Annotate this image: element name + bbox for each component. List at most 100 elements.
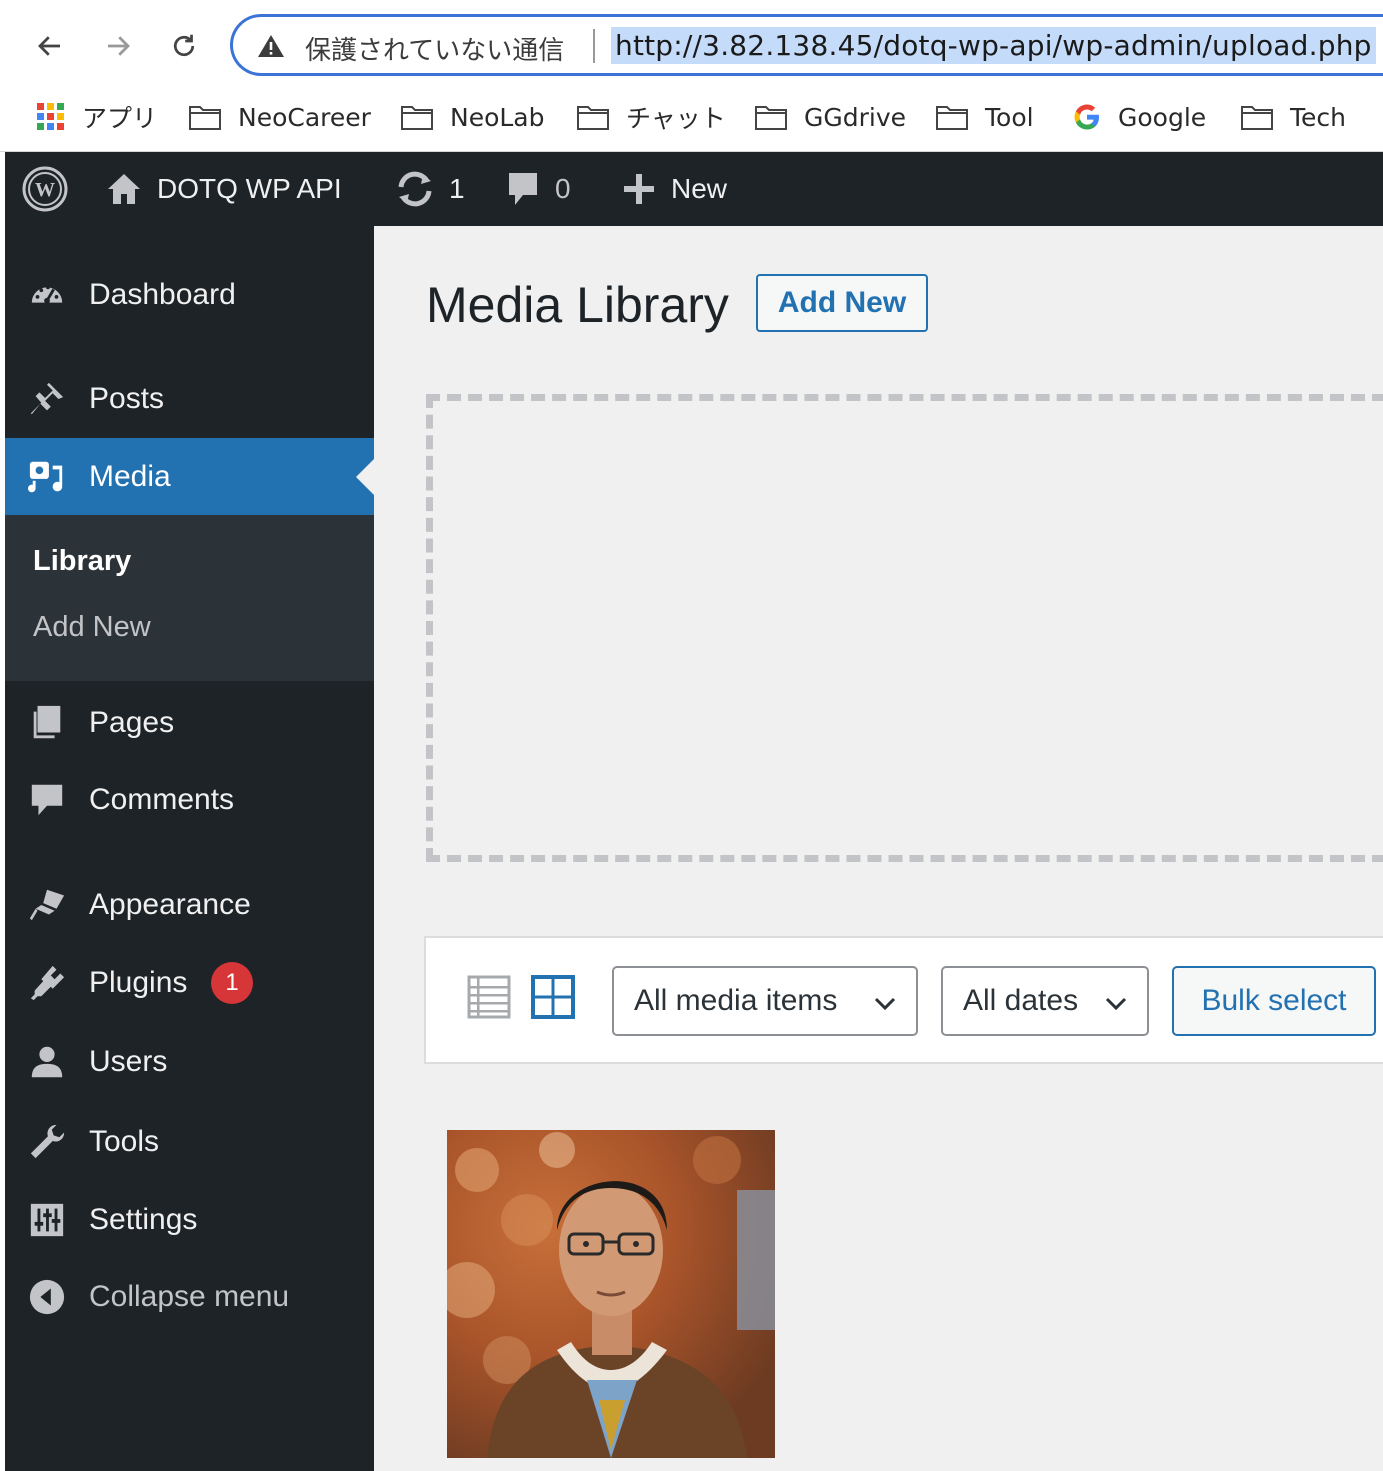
sidebar-item-label: Media xyxy=(89,460,171,493)
wordpress-logo-icon: W xyxy=(22,166,68,212)
main-content: Media Library Add New All media items Al… xyxy=(374,226,1383,1471)
sidebar-item-pages[interactable]: Pages xyxy=(5,684,374,762)
grid-view-icon[interactable] xyxy=(530,974,576,1020)
security-label[interactable]: 保護されていない通信 xyxy=(305,30,564,67)
folder-icon xyxy=(936,106,968,130)
arrow-right-icon xyxy=(108,36,130,56)
bookmark-label: アプリ xyxy=(82,104,158,133)
upload-dropzone[interactable] xyxy=(426,394,1383,862)
bookmark-label: GGdrive xyxy=(804,102,907,132)
new-label: New xyxy=(671,173,728,204)
active-menu-arrow xyxy=(356,459,374,495)
apps-grid-icon xyxy=(37,103,64,130)
bookmark-tool[interactable]: Tool xyxy=(935,100,1034,134)
pin-icon xyxy=(27,379,67,419)
url-text[interactable]: http://3.82.138.45/dotq-wp-api/wp-admin/… xyxy=(611,27,1376,64)
sidebar-item-label: Tools xyxy=(89,1125,160,1158)
settings-icon xyxy=(27,1200,67,1240)
site-name: DOTQ WP API xyxy=(157,173,342,204)
comment-icon xyxy=(27,780,67,820)
wordpress-logo-button[interactable]: W xyxy=(21,152,83,226)
new-content-link[interactable]: New xyxy=(621,152,727,226)
folder-icon xyxy=(755,106,787,130)
media-type-filter-value: All media items xyxy=(634,984,838,1017)
sidebar-item-label: Comments xyxy=(89,783,235,816)
updates-icon xyxy=(398,171,432,207)
bookmark-apps[interactable]: アプリ xyxy=(36,100,157,134)
updates-link[interactable]: 1 xyxy=(395,152,465,226)
sidebar-item-label: Users xyxy=(89,1045,168,1078)
folder-icon xyxy=(189,106,221,130)
media-toolbar: All media items All dates Bulk select xyxy=(424,936,1383,1064)
list-view-icon[interactable] xyxy=(466,974,512,1020)
date-filter[interactable]: All dates xyxy=(941,966,1149,1036)
sidebar-item-label: Dashboard xyxy=(89,278,236,311)
sidebar-item-comments[interactable]: Comments xyxy=(5,761,374,839)
bookmark-label: チャット xyxy=(626,104,726,133)
media-attachment-thumbnail[interactable] xyxy=(447,1130,775,1458)
reload-button[interactable] xyxy=(162,24,206,68)
home-icon xyxy=(108,174,140,204)
plugin-icon xyxy=(27,963,67,1003)
wrench-icon xyxy=(27,1122,67,1162)
comment-icon xyxy=(509,173,537,205)
bookmark-chat[interactable]: チャット xyxy=(576,100,726,134)
media-type-filter[interactable]: All media items xyxy=(612,966,918,1036)
site-name-link[interactable]: DOTQ WP API xyxy=(105,152,342,226)
add-new-button[interactable]: Add New xyxy=(756,274,928,332)
folder-icon xyxy=(577,106,609,130)
bookmark-neocareer[interactable]: NeoCareer xyxy=(188,100,371,134)
bookmark-google[interactable]: Google xyxy=(1072,100,1206,134)
bookmark-label: Tool xyxy=(985,102,1034,132)
bookmark-neolab[interactable]: NeoLab xyxy=(400,100,545,134)
page-title: Media Library xyxy=(426,277,729,333)
brush-icon xyxy=(27,885,67,925)
media-submenu: Library Add New xyxy=(5,515,374,681)
svg-text:W: W xyxy=(35,179,55,201)
comments-link[interactable]: 0 xyxy=(505,152,571,226)
submenu-add-new[interactable]: Add New xyxy=(33,611,151,644)
bookmark-label: Google xyxy=(1118,102,1207,132)
address-bar[interactable]: 保護されていない通信 http://3.82.138.45/dotq-wp-ap… xyxy=(230,14,1383,76)
forward-button[interactable] xyxy=(96,24,140,68)
sidebar-item-label: Appearance xyxy=(89,888,251,921)
sidebar-item-posts[interactable]: Posts xyxy=(5,360,374,438)
bookmark-tech[interactable]: Tech xyxy=(1240,100,1346,134)
warning-icon xyxy=(258,35,284,57)
arrow-left-icon xyxy=(38,36,60,56)
sidebar-item-settings[interactable]: Settings xyxy=(5,1181,374,1259)
reload-icon xyxy=(173,34,195,57)
submenu-library[interactable]: Library xyxy=(33,545,131,578)
sidebar-item-appearance[interactable]: Appearance xyxy=(5,866,374,944)
sidebar-item-label: Plugins xyxy=(89,966,188,999)
sidebar-item-dashboard[interactable]: Dashboard xyxy=(5,256,374,334)
user-icon xyxy=(27,1042,67,1082)
bookmark-label: NeoCareer xyxy=(238,102,371,132)
date-filter-value: All dates xyxy=(963,984,1079,1017)
folder-icon xyxy=(401,106,433,130)
google-icon xyxy=(1074,104,1099,130)
sidebar-item-media[interactable]: Media xyxy=(5,438,374,516)
bulk-select-button[interactable]: Bulk select xyxy=(1172,966,1376,1036)
collapse-menu-button[interactable]: Collapse menu xyxy=(5,1258,374,1336)
bookmark-ggdrive[interactable]: GGdrive xyxy=(754,100,906,134)
sidebar-item-label: Posts xyxy=(89,382,165,415)
bookmarks-bar: アプリ NeoCareer NeoLab チャット GGdrive Tool G… xyxy=(0,92,1383,142)
chevron-down-icon xyxy=(874,997,896,1011)
back-button[interactable] xyxy=(28,24,72,68)
pages-icon xyxy=(27,703,67,743)
admin-sidebar: Dashboard Posts Media Library Add New Pa… xyxy=(5,226,374,1471)
plugins-update-badge: 1 xyxy=(211,962,253,1004)
sidebar-item-label: Collapse menu xyxy=(89,1280,290,1313)
media-icon xyxy=(27,457,67,497)
wp-admin-bar: W DOTQ WP API 1 0 New xyxy=(5,152,1383,226)
sidebar-item-users[interactable]: Users xyxy=(5,1023,374,1101)
bookmark-label: Tech xyxy=(1290,102,1346,132)
chevron-down-icon xyxy=(1105,997,1127,1011)
sidebar-item-label: Pages xyxy=(89,706,175,739)
sidebar-item-tools[interactable]: Tools xyxy=(5,1103,374,1181)
sidebar-item-plugins[interactable]: Plugins 1 xyxy=(5,944,374,1022)
updates-count: 1 xyxy=(449,173,465,204)
sidebar-item-label: Settings xyxy=(89,1203,198,1236)
dashboard-icon xyxy=(27,275,67,315)
